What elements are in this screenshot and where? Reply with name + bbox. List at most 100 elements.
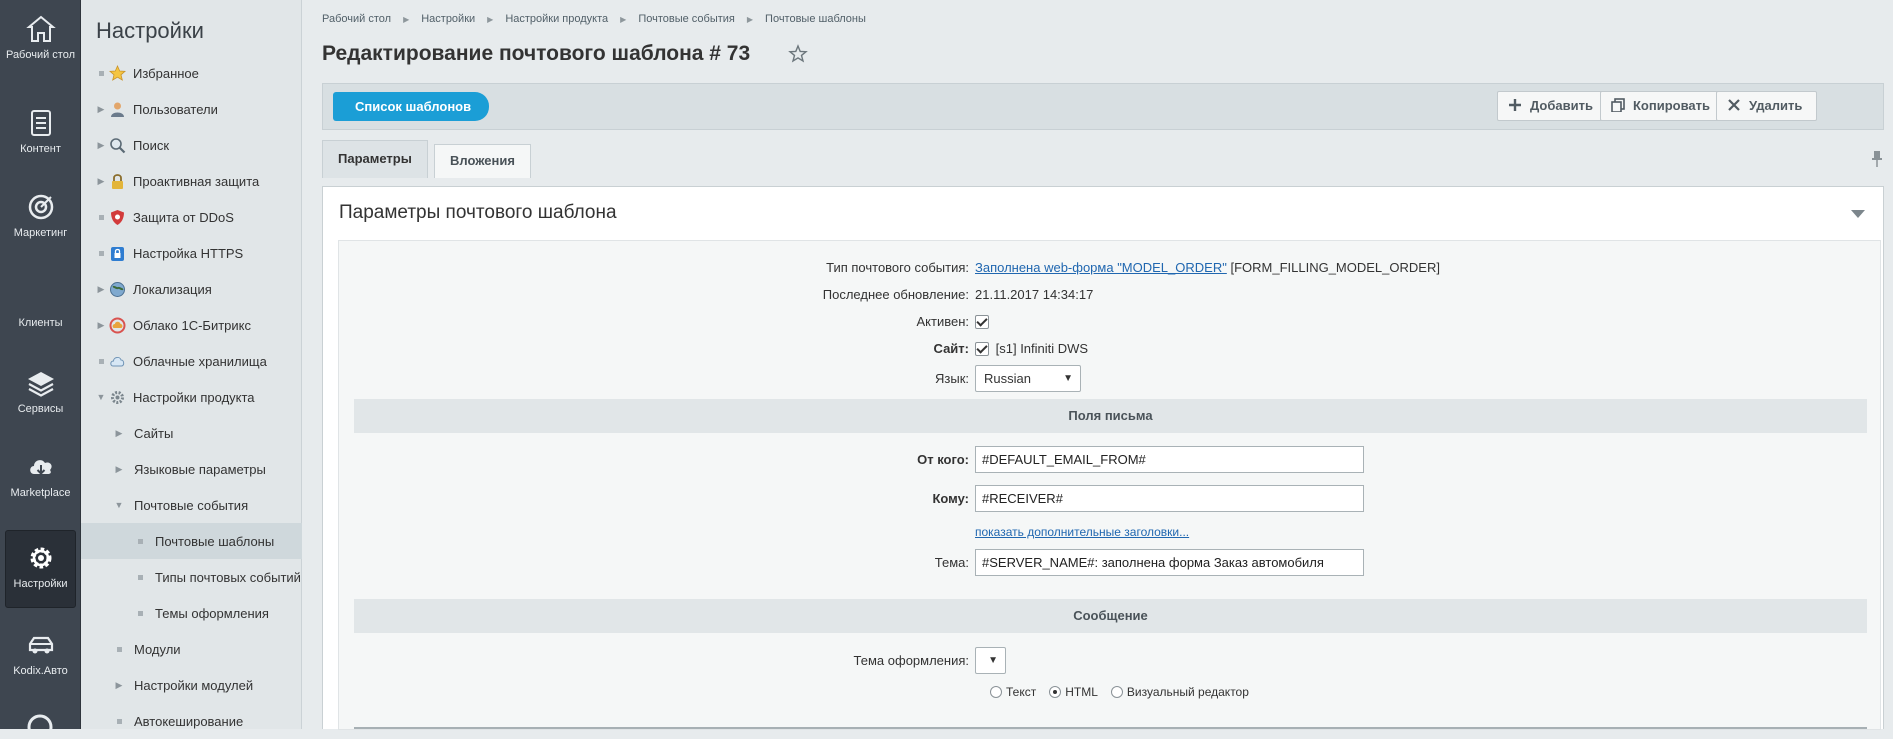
field-label: Язык:	[935, 371, 969, 386]
field-label: Последнее обновление:	[822, 287, 969, 302]
breadcrumb-link[interactable]: Настройки продукта	[505, 13, 608, 25]
layers-icon	[27, 372, 54, 397]
from-input[interactable]: #DEFAULT_EMAIL_FROM#	[975, 446, 1364, 473]
format-text-radio[interactable]	[990, 686, 1002, 698]
sidebar-item-product-settings[interactable]: ▼ Настройки продукта	[81, 379, 302, 415]
sidebar-item-search[interactable]: ▶ Поиск	[81, 127, 302, 163]
rail-item-desktop[interactable]: Рабочий стол	[5, 14, 76, 61]
rail-label: Маркетинг	[13, 227, 68, 239]
rail-label: Marketplace	[10, 487, 71, 499]
toolbar: Список шаблонов Добавить Копировать Удал…	[322, 83, 1884, 130]
sidebar-item-favorites[interactable]: Избранное	[81, 55, 302, 91]
chevron-down-icon[interactable]	[1851, 209, 1865, 219]
theme-select[interactable]: ▼	[975, 647, 1006, 674]
subject-input[interactable]: #SERVER_NAME#: заполнена форма Заказ авт…	[975, 549, 1364, 576]
rail-item-clients[interactable]: Клиенты	[5, 286, 76, 329]
sidebar-item-sites[interactable]: ▶ Сайты	[81, 415, 302, 451]
sidebar-item-bitrix-cloud[interactable]: ▶ Облако 1С-Битрикс	[81, 307, 302, 343]
delete-button-label: Удалить	[1749, 98, 1803, 113]
rail-item-kodix-auto[interactable]: Kodix.Авто	[5, 630, 76, 677]
favorite-star-icon[interactable]	[788, 44, 808, 64]
format-html-radio[interactable]	[1049, 686, 1062, 698]
breadcrumb-link[interactable]: Настройки	[421, 13, 475, 25]
sidebar-item-https[interactable]: Настройка HTTPS	[81, 235, 302, 271]
sidebar-item-modules[interactable]: Модули	[81, 631, 302, 667]
sidebar-item-module-settings[interactable]: ▶ Настройки модулей	[81, 667, 302, 703]
rail-item-content[interactable]: Контент	[5, 108, 76, 155]
sidebar-item-label: Облачные хранилища	[133, 353, 267, 369]
car-icon	[28, 636, 53, 654]
format-option-label: HTML	[1065, 685, 1098, 699]
expand-arrow-icon[interactable]: ▶	[93, 320, 109, 331]
sidebar-item-proactive[interactable]: ▶ Проактивная защита	[81, 163, 302, 199]
sidebar-item-label: Автокеширование	[134, 713, 244, 729]
copy-button-label: Копировать	[1633, 98, 1711, 113]
sidebar-item-themes[interactable]: Темы оформления	[81, 595, 302, 631]
cloud-bitrix-icon	[109, 317, 126, 333]
plus-icon	[1509, 99, 1521, 111]
sidebar-item-label: Поиск	[133, 137, 170, 153]
expand-arrow-icon[interactable]: ▶	[111, 464, 127, 475]
tab-attachments[interactable]: Вложения	[434, 144, 531, 178]
pin-icon[interactable]	[1870, 150, 1884, 168]
field-label: От кого:	[917, 452, 969, 467]
site-checkbox[interactable]	[975, 342, 989, 356]
breadcrumb-link[interactable]: Почтовые события	[638, 13, 735, 25]
bullet-marker	[93, 68, 109, 78]
more-headers-row: показать дополнительные заголовки...	[339, 522, 1882, 544]
language-select[interactable]: Russian ▼	[975, 365, 1081, 392]
gear-icon	[30, 547, 51, 569]
close-icon	[1728, 99, 1740, 111]
template-list-button[interactable]: Список шаблонов	[333, 92, 490, 121]
tab-parameters[interactable]: Параметры	[322, 140, 428, 178]
sidebar-item-mail-templates[interactable]: Почтовые шаблоны	[81, 523, 302, 559]
expand-arrow-icon[interactable]: ▶	[111, 680, 127, 691]
breadcrumb-link[interactable]: Почтовые шаблоны	[765, 13, 866, 25]
sidebar-item-mail-events[interactable]: ▼ Почтовые события	[81, 487, 302, 523]
rail-item-marketing[interactable]: Маркетинг	[5, 192, 76, 239]
format-visual-radio[interactable]	[1110, 686, 1123, 698]
expand-arrow-icon[interactable]: ▶	[93, 140, 109, 151]
more-headers-link[interactable]: показать дополнительные заголовки...	[975, 525, 1189, 539]
active-checkbox[interactable]	[975, 315, 989, 329]
collapse-arrow-icon[interactable]: ▼	[111, 500, 127, 510]
document-icon	[30, 110, 51, 136]
sidebar-item-label: Облако 1С-Битрикс	[133, 317, 251, 333]
sidebar-item-ddos[interactable]: Защита от DDoS	[81, 199, 302, 235]
sidebar-item-label: Темы оформления	[155, 605, 269, 621]
template-params-panel: Параметры почтового шаблона Тип почтовог…	[322, 186, 1884, 730]
delete-button[interactable]: Удалить	[1716, 91, 1818, 121]
sidebar-item-users[interactable]: ▶ Пользователи	[81, 91, 302, 127]
sidebar-item-label: Типы почтовых событий	[155, 569, 301, 585]
expand-arrow-icon[interactable]: ▶	[93, 104, 109, 115]
rail-item-settings[interactable]: Настройки	[5, 530, 76, 608]
sidebar-item-autocache[interactable]: Автокеширование	[81, 703, 302, 739]
sidebar-item-localization[interactable]: ▶ Локализация	[81, 271, 302, 307]
sidebar-item-label: Избранное	[133, 65, 199, 81]
rail-item-marketplace[interactable]: Marketplace	[5, 452, 76, 499]
rail-label: Сервисы	[17, 403, 64, 415]
expand-arrow-icon[interactable]: ▶	[93, 176, 109, 187]
settings-cog-icon	[111, 390, 124, 404]
shield-icon	[111, 209, 124, 225]
active-row: Активен:	[339, 311, 1882, 333]
to-input[interactable]: #RECEIVER#	[975, 485, 1364, 512]
expand-arrow-icon[interactable]: ▶	[93, 284, 109, 295]
magnifier-icon	[110, 137, 126, 153]
add-button[interactable]: Добавить	[1497, 91, 1608, 121]
bullet-marker	[111, 716, 127, 726]
sidebar-item-language-params[interactable]: ▶ Языковые параметры	[81, 451, 302, 487]
copy-button[interactable]: Копировать	[1600, 91, 1726, 121]
collapse-arrow-icon[interactable]: ▼	[93, 392, 109, 402]
sidebar-item-mail-event-types[interactable]: Типы почтовых событий	[81, 559, 302, 595]
rail-item-services[interactable]: Сервисы	[5, 368, 76, 415]
bullet-marker	[93, 356, 109, 366]
breadcrumb-link[interactable]: Рабочий стол	[322, 13, 391, 25]
main-content: Рабочий стол ▶ Настройки ▶ Настройки продукт…	[302, 0, 1893, 730]
event-type-link[interactable]: Заполнена web-форма "MODEL_ORDER"	[975, 260, 1227, 275]
format-option-label: Визуальный редактор	[1126, 685, 1249, 699]
expand-arrow-icon[interactable]: ▶	[111, 428, 127, 439]
sidebar-item-cloud-storage[interactable]: Облачные хранилища	[81, 343, 302, 379]
sidebar-item-label: Настройка HTTPS	[133, 245, 244, 261]
bullet-marker	[132, 536, 148, 546]
